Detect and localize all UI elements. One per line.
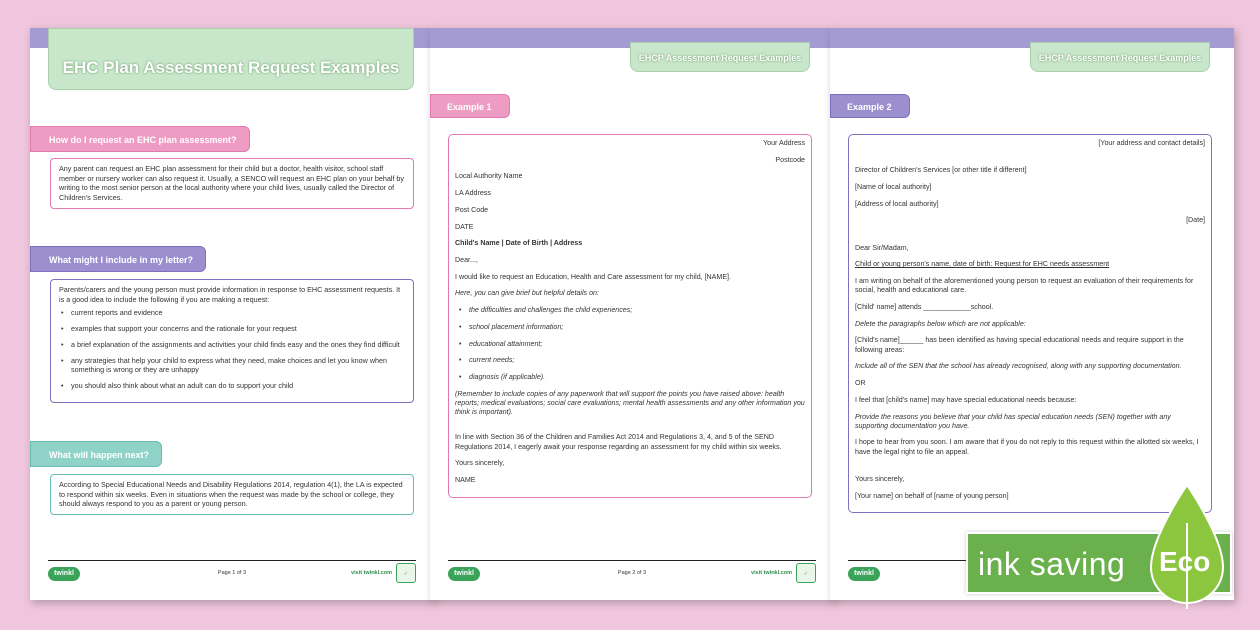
letter-line: Dear Sir/Madam, (855, 243, 909, 252)
section-box-request: Any parent can request an EHC plan asses… (50, 158, 414, 209)
section-box-next: According to Special Educational Needs a… (50, 474, 414, 516)
letter-line: Delete the paragraphs below which are no… (855, 319, 1026, 328)
page-footer: twinkl Page 1 of 3 visit twinkl.com ✓ (48, 560, 416, 586)
letter-line: I hope to hear from you soon. I am aware… (855, 438, 1199, 456)
visit-link[interactable]: visit twinkl.com (351, 570, 392, 576)
list-item: a brief explanation of the assignments a… (59, 340, 405, 350)
letter-line: I would like to request an Education, He… (455, 272, 731, 281)
document-page-2: EHCP Assessment Request Examples Example… (430, 28, 834, 600)
list-item: educational attainment; (455, 340, 805, 349)
letter-line: Local Authority Name (455, 172, 523, 181)
ink-saving-label: ink saving (978, 546, 1126, 582)
list-item: any strategies that help your child to e… (59, 356, 405, 375)
list-item: school placement information; (455, 323, 805, 332)
letter-line: Your Address (763, 139, 805, 147)
letter-line: DATE (455, 222, 474, 231)
letter-line: Here, you can give brief but helpful det… (455, 289, 599, 298)
eco-label: Eco (1159, 546, 1211, 577)
letter-line: I feel that [child's name] may have spec… (855, 395, 1077, 404)
letter-line: (Remember to include copies of any paper… (455, 389, 805, 417)
include-intro: Parents/carers and the young person must… (59, 285, 401, 304)
list-item: diagnosis (if applicable). (455, 373, 805, 382)
letter-line: [Address of local authority] (855, 199, 939, 208)
letter-line: [Child's name]______ has been identified… (855, 336, 1184, 354)
twinkl-logo: twinkl (848, 567, 880, 581)
section-box-include: Parents/carers and the young person must… (50, 279, 414, 403)
page-title: EHC Plan Assessment Request Examples (48, 28, 414, 90)
letter-line: Child's Name | Date of Birth | Address (455, 239, 583, 248)
letter-line: Provide the reasons you believe that you… (855, 412, 1171, 430)
visit-link[interactable]: visit twinkl.com (751, 570, 792, 576)
list-item: current needs; (455, 356, 805, 365)
letter-line: LA Address (455, 189, 491, 198)
letter-box: Your Address Postcode Local Authority Na… (448, 134, 812, 498)
section-heading-include: What might I include in my letter? (30, 246, 207, 272)
example-label: Example 2 (830, 94, 910, 118)
letter-line: [Your address and contact details] (1098, 139, 1205, 147)
letter-line: [Date] (1186, 216, 1205, 225)
letter-line: Include all of the SEN that the school h… (855, 362, 1182, 371)
letter-line: Postcode (775, 155, 805, 164)
letter-line: OR (855, 379, 866, 388)
page-header: EHCP Assessment Request Examples (1030, 42, 1210, 72)
letter-line: In line with Section 36 of the Children … (455, 433, 782, 451)
list-item: current reports and evidence (59, 308, 405, 318)
letter-line: NAME (455, 476, 476, 485)
letter-line: Director of Children's Services [or othe… (855, 166, 1027, 175)
letter-line: Child or young person's name, date of bi… (855, 260, 1110, 269)
letter-line: Dear..., (455, 256, 478, 265)
list-item: you should also think about what an adul… (59, 381, 405, 391)
section-heading-request: How do I request an EHC plan assessment? (30, 126, 250, 152)
letter-line: Yours sincerely, (455, 459, 505, 468)
letter-line: I am writing on behalf of the aforementi… (855, 277, 1194, 295)
list-item: examples that support your concerns and … (59, 324, 405, 334)
page-header: EHCP Assessment Request Examples (630, 42, 810, 72)
letter-line: Post Code (455, 205, 489, 214)
section-heading-next: What will happen next? (30, 441, 163, 467)
quality-badge-icon: ✓ (396, 563, 416, 583)
page-footer: twinkl Page 2 of 3 visit twinkl.com ✓ (448, 560, 816, 586)
letter-box: [Your address and contact details] Direc… (848, 134, 1212, 514)
list-item: the difficulties and challenges the chil… (455, 306, 805, 315)
letter-line: [Name of local authority] (855, 182, 932, 191)
document-page-1: EHC Plan Assessment Request Examples How… (30, 28, 434, 600)
quality-badge-icon: ✓ (796, 563, 816, 583)
include-list: current reports and evidence examples th… (59, 308, 405, 390)
letter-line: [Child' name] attends ____________school… (855, 302, 994, 311)
example-label: Example 1 (430, 94, 510, 118)
